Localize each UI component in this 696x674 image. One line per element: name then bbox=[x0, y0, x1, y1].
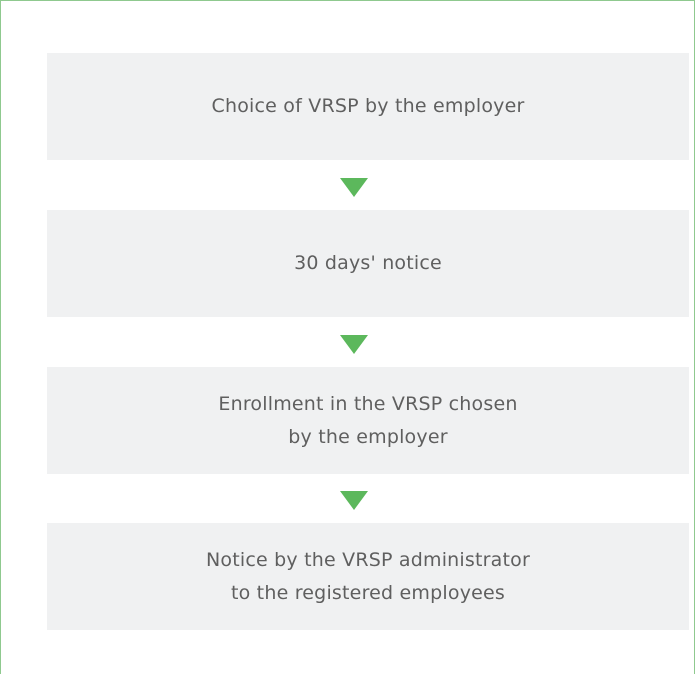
step-4-text-line-2: to the registered employees bbox=[230, 581, 506, 604]
step-4-text-line-1: Notice by the VRSP administrator bbox=[206, 548, 530, 571]
step-box-4: Notice by the VRSP administrator to the … bbox=[47, 523, 689, 630]
step-box-1: Choice of VRSP by the employer bbox=[47, 53, 689, 160]
step-3-text-line-2: by the employer bbox=[288, 425, 448, 448]
step-2-text: 30 days' notice bbox=[294, 252, 442, 274]
arrow-down-icon bbox=[340, 335, 368, 354]
step-box-3: Enrollment in the VRSP chosen by the emp… bbox=[47, 367, 689, 474]
arrow-down-icon bbox=[340, 491, 368, 510]
arrow-down-icon bbox=[340, 178, 368, 197]
step-box-2: 30 days' notice bbox=[47, 210, 689, 317]
step-1-text: Choice of VRSP by the employer bbox=[211, 95, 525, 117]
step-3-text-line-1: Enrollment in the VRSP chosen bbox=[218, 392, 518, 415]
